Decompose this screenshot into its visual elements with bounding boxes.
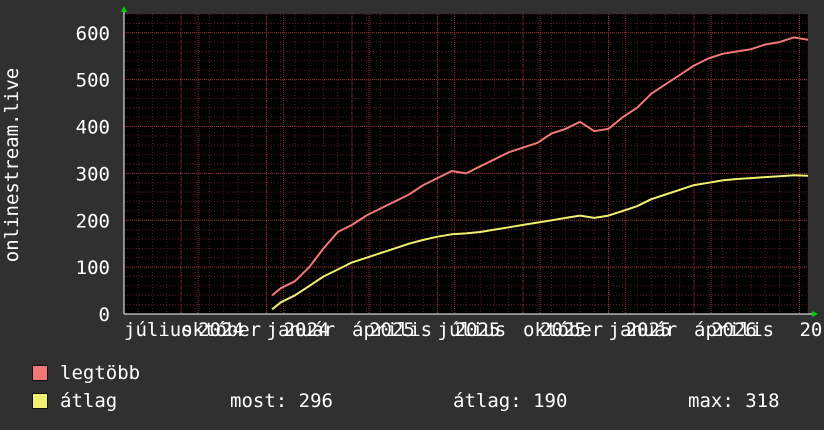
y-axis-arrow-icon [121,6,127,12]
y-tick-label: 100 [76,257,110,279]
legend-item-avg: átlag [32,390,117,412]
y-tick-label: 500 [76,70,110,92]
legend-item-max: legtöbb [32,362,140,384]
legend-swatch-max [32,365,48,381]
x-tick-label: 2024 [198,319,244,341]
x-tick-label: 2025 [455,319,501,341]
stat-avg: átlag: 190 [453,390,568,412]
legend-label-max: legtöbb [60,362,141,384]
stat-now: most: 296 [230,390,333,412]
y-tick-label: 0 [99,304,110,326]
x-tick-label: 2024 [284,319,330,341]
y-tick-label: 300 [76,163,110,185]
y-tick-label: 200 [76,210,110,232]
legend-swatch-avg [32,393,48,409]
y-axis-label: onlinestream.live [1,68,23,262]
y-tick-label: 600 [76,23,110,45]
chart: 0100200300400500600júliusoktóber2024 janu… [1,6,822,341]
x-tick-label: 2025 [626,319,672,341]
legend-label-avg: átlag [60,390,118,412]
x-axis-arrow-icon [812,311,818,317]
y-tick-label: 400 [76,117,110,139]
x-tick-label: 20 [799,319,822,341]
x-tick-label: 2026 [711,319,757,341]
x-tick-label: 2025 [369,319,415,341]
x-tick-label: 2025 [540,319,586,341]
stat-max: max: 318 [688,390,780,412]
